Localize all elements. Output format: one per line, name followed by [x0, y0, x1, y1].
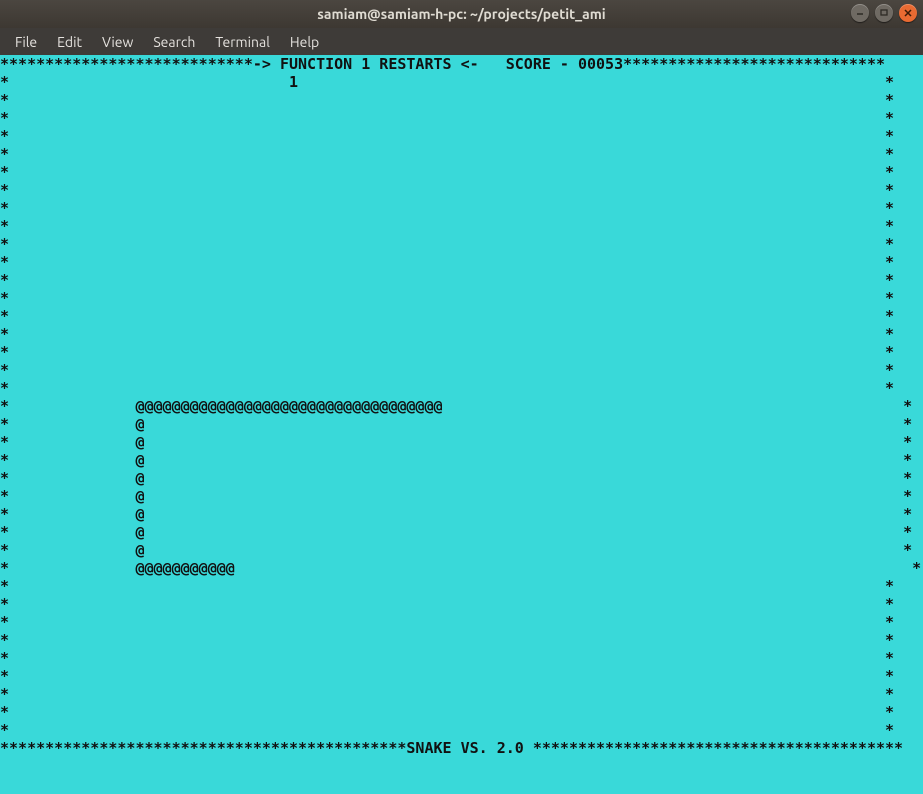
playfield-row: * *	[0, 253, 923, 271]
menubar: File Edit View Search Terminal Help	[0, 28, 923, 55]
playfield-row: * *	[0, 217, 923, 235]
playfield-row: * *	[0, 667, 923, 685]
playfield-row: * *	[0, 721, 923, 739]
playfield-row: * *	[0, 145, 923, 163]
playfield-row: * *	[0, 631, 923, 649]
game-footer: ****************************************…	[0, 739, 923, 757]
playfield-row: * *	[0, 163, 923, 181]
menu-terminal[interactable]: Terminal	[206, 31, 279, 53]
snake-row: * @@@@@@@@@@@ *	[0, 559, 923, 577]
snake-row: * @@@@@@@@@@@@@@@@@@@@@@@@@@@@@@@@@@ *	[0, 397, 923, 415]
playfield-row: * *	[0, 685, 923, 703]
snake-row: * @ *	[0, 451, 923, 469]
playfield-row: * *	[0, 325, 923, 343]
snake-row: * @ *	[0, 433, 923, 451]
window-controls	[851, 4, 917, 22]
menu-file[interactable]: File	[6, 31, 46, 53]
playfield-row: * *	[0, 649, 923, 667]
close-button[interactable]	[899, 4, 917, 22]
maximize-icon	[879, 8, 889, 18]
playfield-row: * *	[0, 127, 923, 145]
playfield-row: * *	[0, 199, 923, 217]
playfield-row: * *	[0, 361, 923, 379]
close-icon	[903, 8, 913, 18]
game-header: ****************************-> FUNCTION …	[0, 55, 923, 73]
playfield-row: * *	[0, 181, 923, 199]
menu-help[interactable]: Help	[281, 31, 328, 53]
playfield-row: * *	[0, 91, 923, 109]
playfield-row: * *	[0, 271, 923, 289]
snake-row: * @ *	[0, 541, 923, 559]
maximize-button[interactable]	[875, 4, 893, 22]
playfield-row: * *	[0, 379, 923, 397]
menu-edit[interactable]: Edit	[48, 31, 91, 53]
playfield-row: * *	[0, 343, 923, 361]
titlebar: samiam@samiam-h-pc: ~/projects/petit_ami	[0, 0, 923, 28]
menu-view[interactable]: View	[93, 31, 142, 53]
snake-row: * @ *	[0, 523, 923, 541]
terminal-area[interactable]: ****************************-> FUNCTION …	[0, 55, 923, 794]
snake-row: * @ *	[0, 415, 923, 433]
playfield-row: * *	[0, 577, 923, 595]
playfield-row: * *	[0, 613, 923, 631]
snake-row: * @ *	[0, 487, 923, 505]
window-title: samiam@samiam-h-pc: ~/projects/petit_ami	[0, 6, 923, 22]
playfield-row: * *	[0, 307, 923, 325]
playfield-row: * *	[0, 109, 923, 127]
playfield-row: * *	[0, 703, 923, 721]
minimize-button[interactable]	[851, 4, 869, 22]
playfield-row: * *	[0, 595, 923, 613]
playfield-row: * *	[0, 289, 923, 307]
minimize-icon	[855, 8, 865, 18]
game-restarts-line: * 1 *	[0, 73, 923, 91]
snake-row: * @ *	[0, 469, 923, 487]
terminal-window: samiam@samiam-h-pc: ~/projects/petit_ami…	[0, 0, 923, 794]
menu-search[interactable]: Search	[144, 31, 204, 53]
snake-row: * @ *	[0, 505, 923, 523]
playfield-row: * *	[0, 235, 923, 253]
